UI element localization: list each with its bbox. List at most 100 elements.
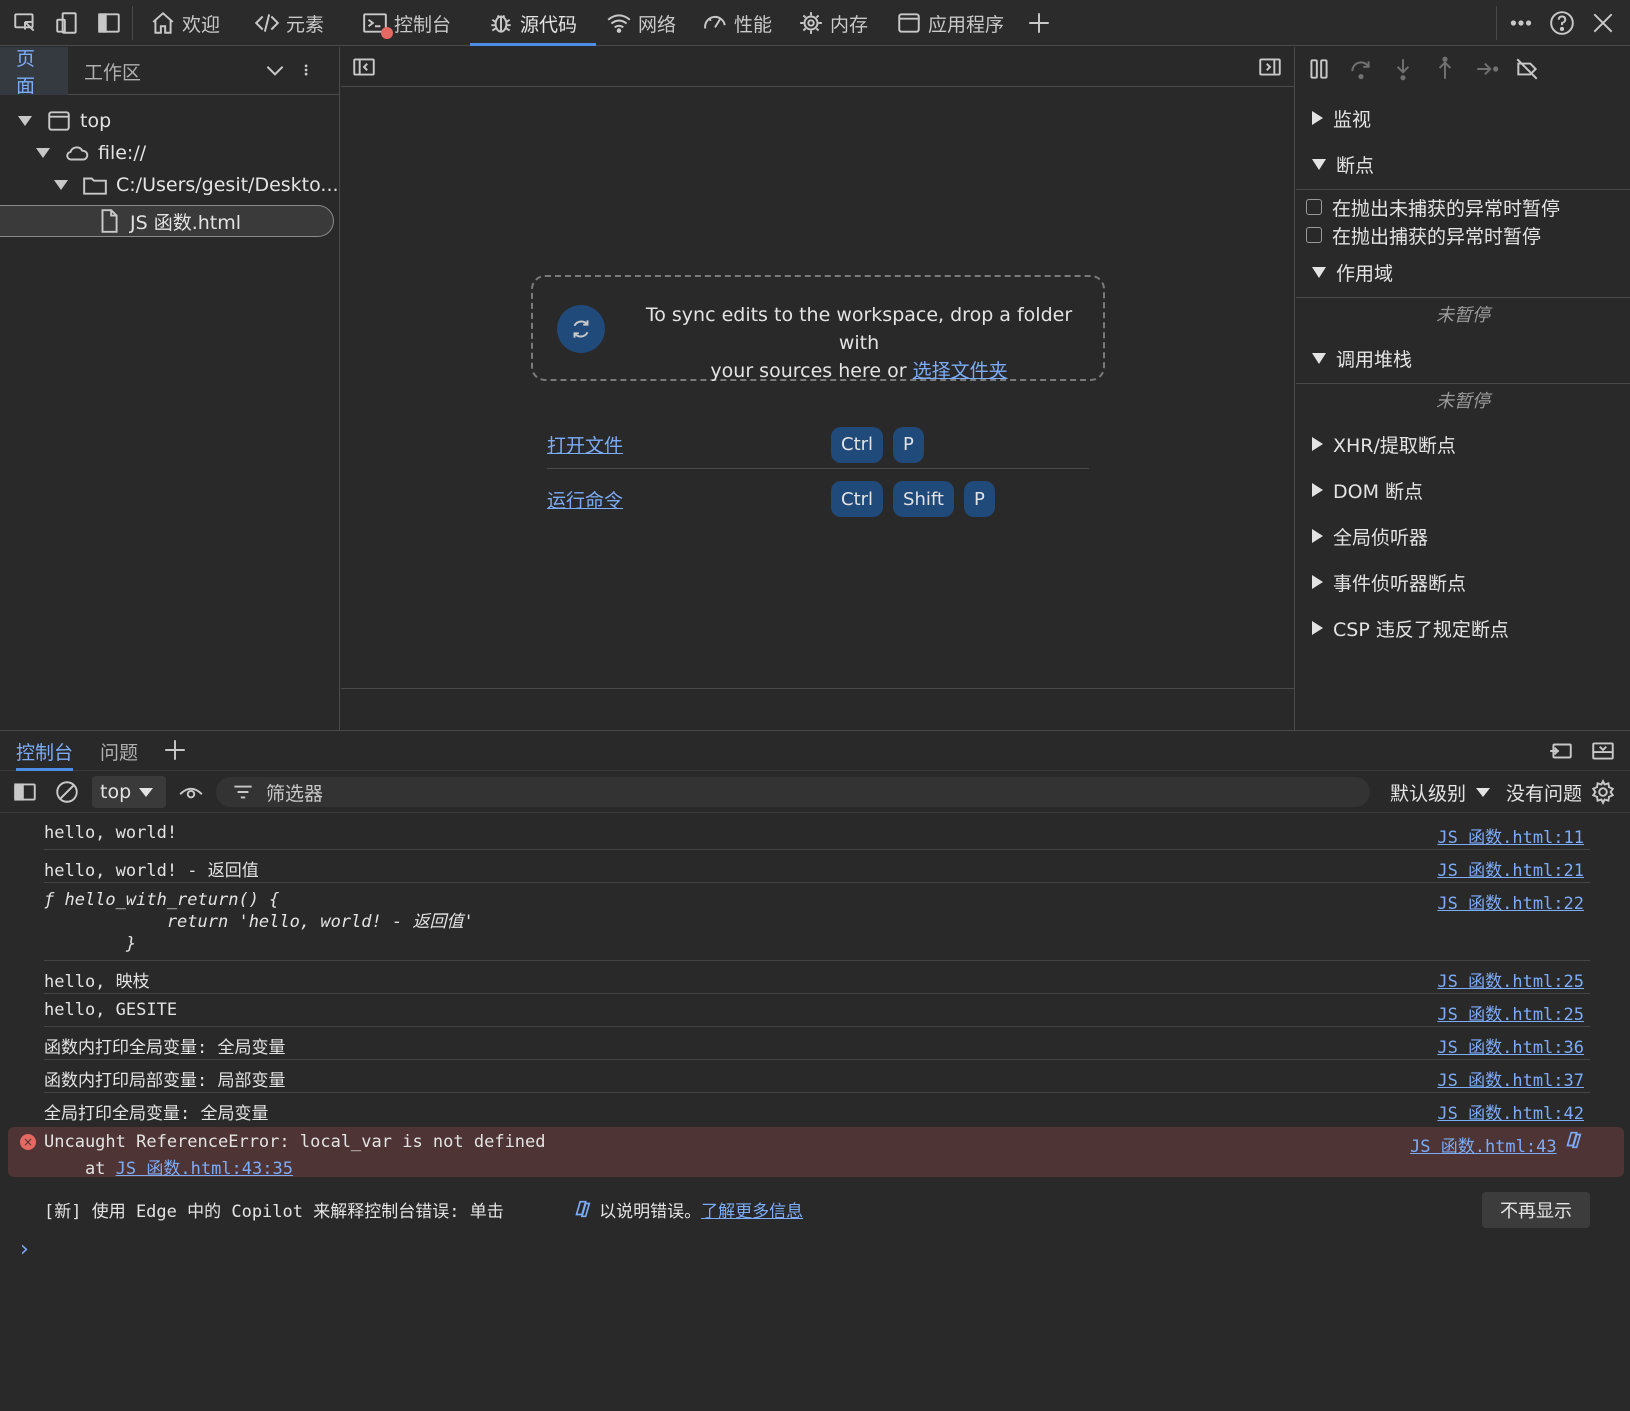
more-options-icon[interactable] [1508, 0, 1534, 46]
section-breakpoints[interactable]: 断点 [1296, 141, 1630, 187]
console-message: hello, world! - 返回值 JS 函数.html:21 [44, 850, 1590, 883]
collapsed-arrow-icon [1312, 437, 1323, 451]
context-selector[interactable]: top [92, 776, 166, 808]
section-watch[interactable]: 监视 [1296, 95, 1630, 141]
collapsed-arrow-icon [1312, 529, 1323, 543]
tab-page[interactable]: 页面 [0, 47, 68, 97]
editor-panel: To sync edits to the workspace, drop a f… [341, 47, 1295, 730]
console-sidebar-icon[interactable] [12, 779, 38, 805]
issues-count[interactable]: 没有问题 [1506, 771, 1582, 813]
log-level-dropdown[interactable]: 默认级别 [1390, 771, 1491, 813]
open-file-link[interactable]: 打开文件 [547, 431, 831, 458]
console-message: hello, 映枝 JS 函数.html:25 [44, 961, 1590, 994]
pause-uncaught-checkbox[interactable] [1306, 199, 1322, 215]
tab-issues[interactable]: 问题 [100, 731, 138, 771]
tab-application[interactable]: 应用程序 [896, 0, 1004, 46]
tree-item-top[interactable]: top [18, 105, 111, 137]
key-badge: Ctrl [831, 481, 884, 517]
clear-console-icon[interactable] [54, 779, 80, 805]
source-link[interactable]: JS 函数.html:42 [1437, 1099, 1584, 1124]
close-drawer-icon[interactable] [1590, 738, 1616, 764]
dropdown-arrow-icon [1476, 787, 1491, 797]
toggle-debugger-icon[interactable] [1257, 54, 1283, 80]
console-message-function[interactable]: ƒ hello_with_return() { return 'hello, w… [44, 883, 1590, 961]
tab-welcome[interactable]: 欢迎 [150, 0, 220, 46]
source-link[interactable]: JS 函数.html:11 [1437, 823, 1584, 848]
run-command-link[interactable]: 运行命令 [547, 486, 831, 513]
close-icon[interactable] [1590, 0, 1616, 46]
home-icon [152, 11, 174, 34]
step-icon[interactable] [1474, 56, 1500, 82]
bug-icon [491, 14, 511, 33]
tab-memory[interactable]: 内存 [798, 0, 868, 46]
add-tab-icon[interactable] [1026, 0, 1052, 46]
section-global-listeners[interactable]: 全局侦听器 [1296, 513, 1630, 559]
step-out-icon[interactable] [1432, 56, 1458, 82]
pause-caught-checkbox-row[interactable]: 在抛出捕获的异常时暂停 [1306, 221, 1541, 249]
tab-console-drawer[interactable]: 控制台 [16, 731, 74, 771]
step-into-icon[interactable] [1390, 56, 1416, 82]
console-error-message: × Uncaught ReferenceError: local_var is … [8, 1127, 1624, 1179]
dock-side-icon[interactable] [96, 0, 122, 46]
learn-more-link[interactable]: 了解更多信息 [701, 1197, 803, 1222]
section-scope[interactable]: 作用域 [1296, 249, 1630, 295]
inspect-element-icon[interactable] [12, 0, 38, 46]
dont-show-again-button[interactable]: 不再显示 [1482, 1192, 1590, 1228]
console-filter-input[interactable]: 筛选器 [216, 777, 1370, 807]
tab-workspace[interactable]: 工作区 [68, 47, 157, 95]
file-icon [101, 209, 118, 233]
console-prompt[interactable]: › [20, 1237, 29, 1262]
step-over-icon[interactable] [1348, 56, 1374, 82]
toggle-navigator-icon[interactable] [351, 54, 377, 80]
device-emulation-icon[interactable] [54, 0, 80, 46]
workspace-dropzone[interactable]: To sync edits to the workspace, drop a f… [531, 275, 1105, 382]
source-link[interactable]: JS 函数.html:36 [1437, 1033, 1584, 1058]
expanded-arrow-icon [1312, 266, 1326, 278]
deactivate-breakpoints-icon[interactable] [1514, 56, 1540, 82]
error-stack-link[interactable]: JS 函数.html:43:35 [116, 1159, 293, 1179]
select-folder-link[interactable]: 选择文件夹 [913, 360, 1008, 382]
tab-sources[interactable]: 源代码 [470, 0, 596, 46]
source-link[interactable]: JS 函数.html:21 [1437, 856, 1584, 881]
section-event-listener-breakpoints[interactable]: 事件侦听器断点 [1296, 559, 1630, 605]
add-drawer-tab-icon[interactable] [162, 737, 188, 763]
error-badge [381, 27, 393, 39]
console-settings-gear-icon[interactable] [1590, 779, 1616, 805]
copilot-explain-icon[interactable] [1562, 1129, 1584, 1151]
tab-elements[interactable]: 元素 [254, 0, 324, 46]
drawer-tabs: 控制台 问题 [0, 731, 1630, 771]
tree-item-folder[interactable]: C:/Users/gesit/Deskto... [54, 169, 339, 201]
tab-performance[interactable]: 性能 [702, 0, 772, 46]
section-xhr-breakpoints[interactable]: XHR/提取断点 [1296, 421, 1630, 467]
error-icon: × [20, 1134, 36, 1150]
help-icon[interactable] [1549, 0, 1575, 46]
console-drawer: 控制台 问题 top 筛选器 默认级别 没有问题 hello, world! J… [0, 730, 1630, 1411]
collapsed-arrow-icon [1312, 111, 1323, 125]
source-link[interactable]: JS 函数.html:25 [1437, 1000, 1584, 1025]
tree-item-file[interactable]: JS 函数.html [0, 205, 334, 237]
copilot-hint: [新] 使用 Edge 中的 Copilot 来解释控制台错误: 单击 以说明错… [44, 1191, 803, 1227]
kebab-menu-icon[interactable] [302, 57, 316, 83]
section-callstack[interactable]: 调用堆栈 [1296, 335, 1630, 381]
source-link[interactable]: JS 函数.html:25 [1437, 967, 1584, 992]
tab-console[interactable]: 控制台 [362, 0, 451, 46]
chevron-down-icon[interactable] [262, 57, 288, 83]
pause-uncaught-checkbox-row[interactable]: 在抛出未捕获的异常时暂停 [1306, 193, 1560, 221]
expanded-arrow-icon [1312, 352, 1326, 364]
section-dom-breakpoints[interactable]: DOM 断点 [1296, 467, 1630, 513]
live-expression-eye-icon[interactable] [178, 779, 204, 805]
sync-icon [557, 305, 605, 353]
shortcut-open-file: 打开文件 Ctrl P [547, 421, 1089, 469]
tree-item-origin[interactable]: file:// [36, 137, 146, 169]
console-message: hello, world! JS 函数.html:11 [44, 817, 1590, 850]
copilot-icon [510, 1178, 593, 1240]
tab-network[interactable]: 网络 [606, 0, 676, 46]
section-csp-breakpoints[interactable]: CSP 违反了规定断点 [1296, 605, 1630, 651]
pause-icon[interactable] [1306, 56, 1332, 82]
source-link[interactable]: JS 函数.html:37 [1437, 1066, 1584, 1091]
source-link[interactable]: JS 函数.html:43 [1410, 1132, 1557, 1157]
folder-icon [83, 177, 107, 195]
dock-drawer-icon[interactable] [1548, 738, 1574, 764]
source-link[interactable]: JS 函数.html:22 [1437, 889, 1584, 914]
pause-caught-checkbox[interactable] [1306, 227, 1322, 243]
